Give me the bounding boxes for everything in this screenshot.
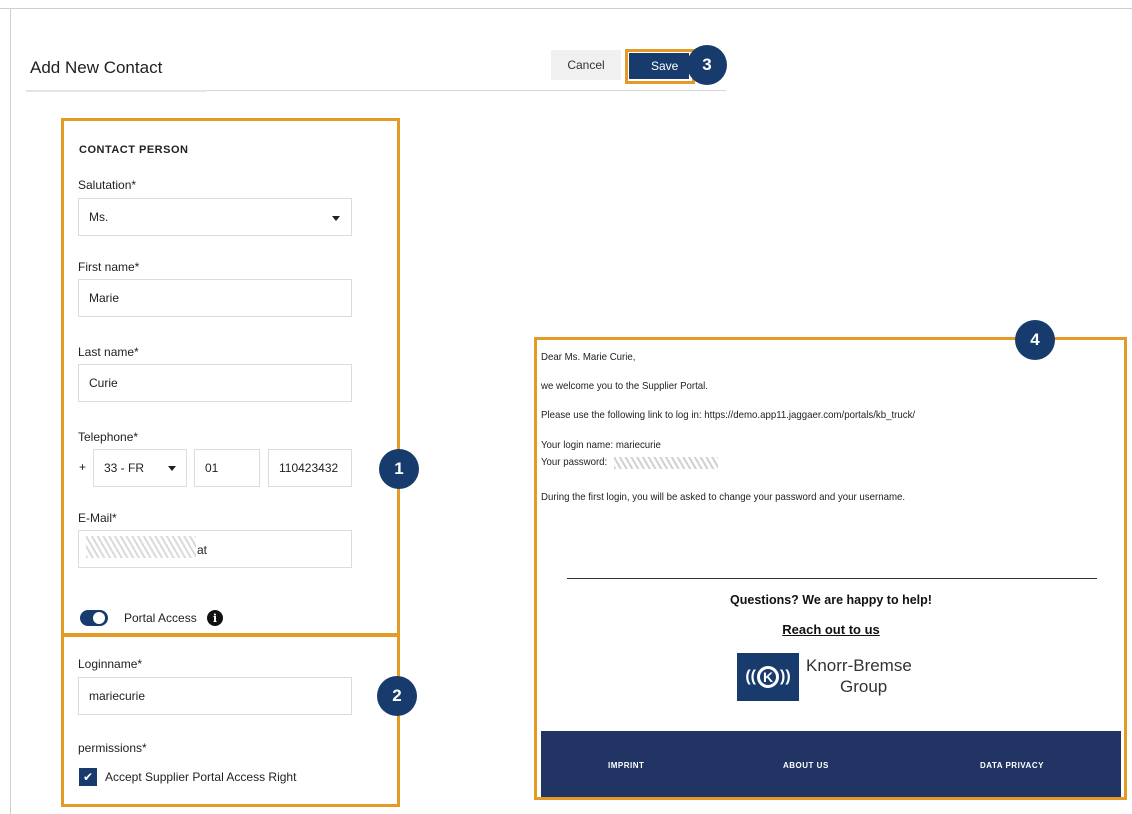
logo-company-group: Group (840, 677, 888, 696)
first-name-label: First name* (78, 260, 140, 274)
mail-link-line: Please use the following link to log in:… (541, 409, 916, 421)
callout-badge-1: 1 (379, 449, 419, 489)
last-name-value: Curie (89, 376, 118, 390)
permissions-checkbox[interactable]: ✔ (79, 768, 97, 786)
mail-login-name: Your login name: mariecurie (541, 439, 661, 451)
area-code-value: 01 (205, 461, 219, 475)
loginname-input[interactable]: mariecurie (78, 677, 352, 715)
reach-out-link[interactable]: Reach out to us (541, 622, 1121, 637)
mail-questions-heading: Questions? We are happy to help! (730, 593, 932, 607)
permissions-label: permissions* (78, 741, 147, 755)
phone-number-input[interactable]: 110423432⁠ (268, 449, 352, 487)
left-border (10, 8, 11, 814)
check-icon: ✔ (82, 770, 94, 784)
telephone-plus-sign: + (79, 460, 87, 474)
email-visible-suffix: at (197, 543, 208, 557)
save-button[interactable]: Save (629, 53, 689, 79)
header-divider (206, 90, 726, 91)
loginname-label: Loginname* (78, 657, 143, 671)
portal-access-label: Portal Access (124, 611, 197, 625)
mail-password-label: Your password: (541, 456, 608, 468)
loginname-value: mariecurie (89, 689, 146, 703)
email-label: E-Mail* (78, 511, 117, 525)
footer-about-link[interactable]: ABOUT US (783, 761, 829, 770)
top-border (0, 8, 1132, 9)
footer-privacy-link[interactable]: DATA PRIVACY (980, 761, 1044, 770)
area-code-input[interactable]: 01 (194, 449, 260, 487)
telephone-label: Telephone* (78, 430, 139, 444)
country-code-value: 33 - FR (104, 461, 145, 475)
last-name-label: Last name* (78, 345, 139, 359)
salutation-select[interactable]: Ms. (78, 198, 352, 236)
cancel-button[interactable]: Cancel (551, 50, 621, 80)
salutation-value: Ms. (89, 210, 109, 224)
chevron-down-icon (332, 216, 340, 221)
redacted-password-scribble (614, 457, 718, 469)
logo-company-name: Knorr-Bremse (806, 656, 912, 675)
callout-badge-4: 4 (1015, 320, 1055, 360)
salutation-label: Salutation* (78, 178, 137, 192)
mail-first-login-note: During the first login, you will be aske… (541, 491, 906, 503)
last-name-input[interactable]: Curie (78, 364, 352, 402)
toggle-knob (93, 612, 105, 624)
page-title: Add New Contact (30, 58, 163, 77)
mail-divider (567, 578, 1097, 579)
first-name-input[interactable]: Marie (78, 279, 352, 317)
phone-number-value: 110423432⁠ (279, 461, 339, 475)
knorr-bremse-logo: (( K )) (737, 653, 799, 701)
first-name-value: Marie (89, 291, 120, 305)
mail-greeting: Dear Ms. Marie Curie, (541, 351, 636, 363)
callout-badge-2: 2 (377, 676, 417, 716)
chevron-down-icon (168, 466, 176, 471)
footer-imprint-link[interactable]: IMPRINT (608, 761, 644, 770)
permissions-checkbox-label: Accept Supplier Portal Access Right (105, 770, 297, 784)
section-title: CONTACT PERSON (79, 144, 189, 156)
callout-badge-3: 3 (687, 45, 727, 85)
redacted-email-scribble (86, 536, 196, 558)
title-underline (26, 90, 206, 92)
info-icon[interactable]: i (207, 610, 223, 626)
logo-k-letter: K (757, 666, 779, 688)
mail-welcome: we welcome you to the Supplier Portal. (541, 380, 708, 392)
